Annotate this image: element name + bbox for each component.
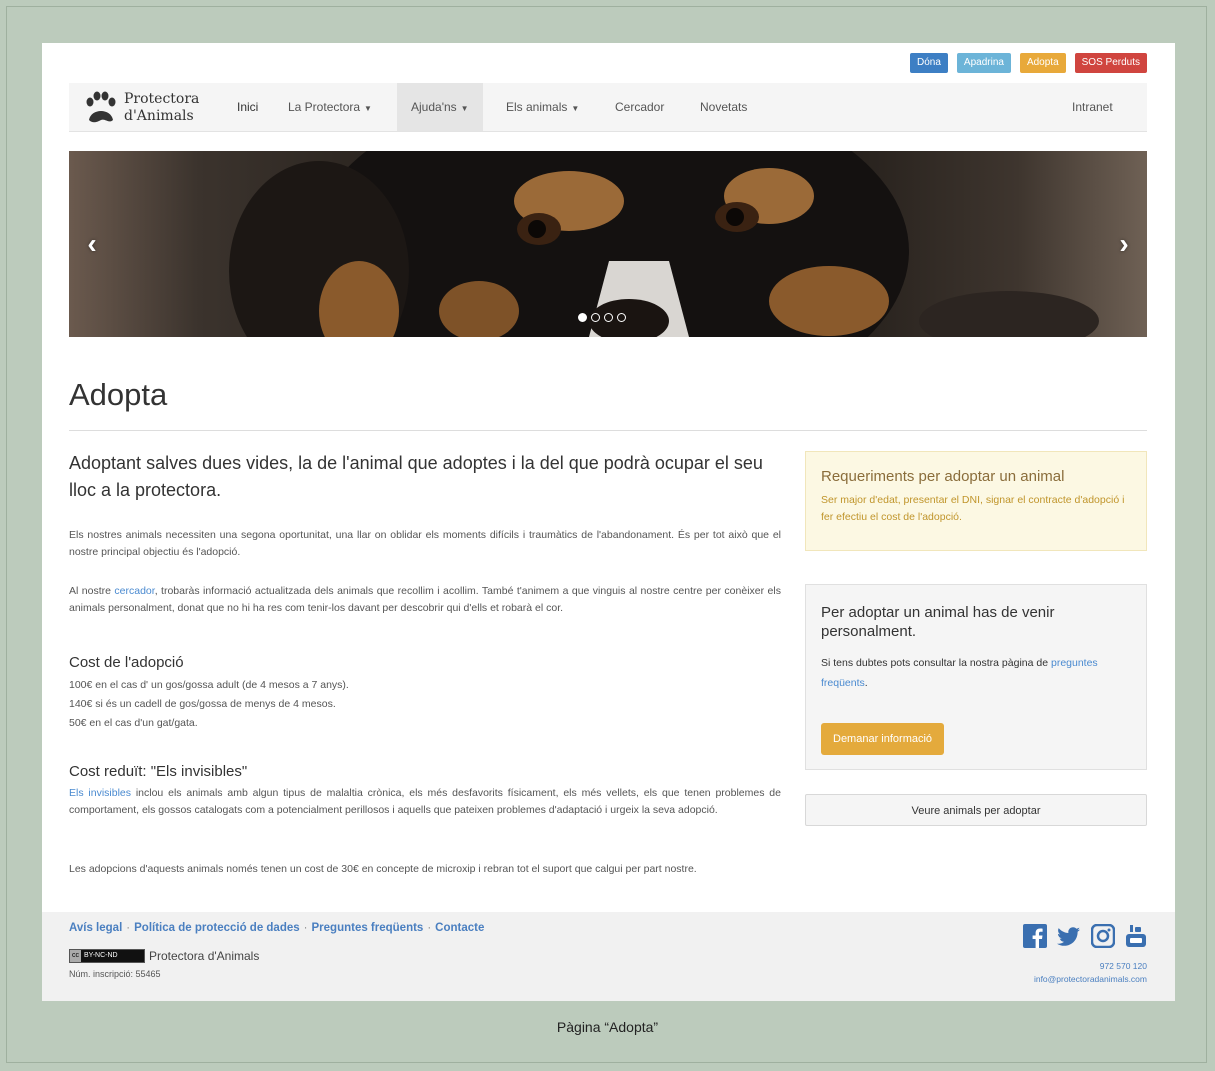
carousel-indicators: [578, 313, 626, 322]
nav-la-protectora-label: La Protectora: [288, 100, 361, 114]
sos-perduts-button[interactable]: SOS Perduts: [1074, 53, 1147, 73]
invisibles-cost-paragraph: Les adopcions d'aquests animals només te…: [69, 863, 697, 875]
hero-carousel: ‹ ›: [69, 151, 1147, 337]
cc-badge-right: BY-NC-ND: [84, 952, 118, 959]
footer-link-politica[interactable]: Política de protecció de dades: [134, 922, 300, 934]
nav-els-animals-label: Els animals: [506, 100, 568, 114]
cercador-link[interactable]: cercador: [114, 585, 154, 597]
phone-number[interactable]: 972 570 120: [1034, 960, 1147, 973]
nav-ajudans-label: Ajuda'ns: [411, 100, 457, 114]
carousel-dot-4[interactable]: [617, 313, 626, 322]
nav-la-protectora[interactable]: La Protectora ▼: [288, 83, 372, 131]
carousel-dot-2[interactable]: [591, 313, 600, 322]
logo[interactable]: Protectora d'Animals: [83, 89, 218, 127]
adopta-button[interactable]: Adopta: [1019, 53, 1066, 73]
panel-body-text: Si tens dubtes pots consultar la nostra …: [821, 657, 1051, 669]
panel-body: Si tens dubtes pots consultar la nostra …: [821, 653, 1131, 693]
lead-text: Adoptant salves dues vides, la de l'anim…: [69, 453, 763, 500]
cost-heading: Cost de l'adopció: [69, 654, 184, 671]
cost-lines: 100€ en el cas d' un gos/gossa adult (de…: [69, 676, 349, 733]
nav-ajudans[interactable]: Ajuda'ns ▼: [397, 83, 483, 131]
caret-down-icon: ▼: [364, 104, 372, 113]
page-title: Adopta: [69, 377, 168, 412]
logo-text: Protectora d'Animals: [124, 91, 199, 125]
reduced-cost-heading: Cost reduït: "Els invisibles": [69, 763, 248, 780]
apadrina-button[interactable]: Apadrina: [956, 53, 1011, 73]
top-action-buttons: Dóna Apadrina Adopta SOS Perduts: [910, 53, 1147, 73]
cost-line-1: 100€ en el cas d' un gos/gossa adult (de…: [69, 679, 349, 691]
nav-novetats[interactable]: Novetats: [700, 83, 747, 131]
panel-body-tail: .: [864, 677, 868, 689]
dona-button[interactable]: Dóna: [910, 53, 948, 73]
invisibles-paragraph: Els invisibles inclou els animals amb al…: [69, 785, 781, 819]
footer-separator: ·: [303, 922, 308, 934]
footer-org-name: Protectora d'Animals: [149, 949, 260, 963]
intro-paragraph: Els nostres animals necessiten una segon…: [69, 529, 781, 558]
paw-icon: [86, 91, 116, 123]
footer-separator: ·: [126, 922, 131, 934]
nav-intranet[interactable]: Intranet: [1072, 83, 1113, 131]
footer-link-contacte[interactable]: Contacte: [435, 922, 484, 934]
logo-line1: Protectora: [124, 91, 200, 107]
els-invisibles-link[interactable]: Els invisibles: [69, 787, 131, 799]
twitter-icon[interactable]: [1057, 924, 1081, 948]
navbar: Protectora d'Animals Inici La Protectora…: [69, 83, 1147, 132]
cost-line-3: 50€ en el cas d'un gat/gata.: [69, 717, 198, 729]
nav-inici[interactable]: Inici: [237, 83, 258, 131]
invisibles-text: inclou els animals amb algun tipus de ma…: [69, 787, 781, 816]
webpage: Dóna Apadrina Adopta SOS Perduts Protect…: [42, 43, 1175, 1001]
request-info-button[interactable]: Demanar informació: [821, 723, 945, 755]
footer: Avís legal · Política de protecció de dade…: [42, 912, 1175, 1001]
contact-info: 972 570 120 info@protectoradanimals.com: [1034, 960, 1147, 986]
registration-number: Núm. inscripció: 55465: [69, 969, 161, 979]
footer-links: Avís legal · Política de protecció de dade…: [69, 922, 484, 934]
nav-cercador[interactable]: Cercador: [615, 83, 664, 131]
carousel-prev-arrow[interactable]: ‹: [79, 229, 105, 259]
alert-body: Ser major d'edat, presentar el DNI, sign…: [821, 494, 1125, 523]
carousel-dog-image: [229, 151, 1099, 337]
youtube-icon[interactable]: [1125, 924, 1147, 948]
carousel-dot-1[interactable]: [578, 313, 587, 322]
license: cc BY-NC-ND Protectora d'Animals: [69, 949, 259, 963]
cercador-paragraph: Al nostre cercador, trobaràs informació …: [69, 583, 781, 617]
carousel-dot-3[interactable]: [604, 313, 613, 322]
nav-els-animals[interactable]: Els animals ▼: [506, 83, 579, 131]
caret-down-icon: ▼: [571, 104, 580, 113]
facebook-icon[interactable]: [1023, 924, 1047, 948]
footer-link-avis-legal[interactable]: Avís legal: [69, 922, 122, 934]
cc-badge-left: cc: [70, 950, 81, 962]
alert-title: Requeriments per adoptar un animal: [821, 468, 1065, 485]
para2-after: , trobaràs informació actualitzada dels …: [69, 585, 781, 614]
cost-line-2: 140€ si és un cadell de gos/gossa de men…: [69, 698, 336, 710]
caret-down-icon: ▼: [460, 104, 469, 113]
panel-title: Per adoptar un animal has de venir perso…: [821, 604, 1055, 640]
requirements-alert: Requeriments per adoptar un animal Ser m…: [805, 451, 1147, 551]
logo-line2: d'Animals: [124, 108, 194, 124]
instagram-icon[interactable]: [1091, 924, 1115, 948]
footer-link-preguntes[interactable]: Preguntes freqüents: [312, 922, 424, 934]
adopt-info-panel: Per adoptar un animal has de venir perso…: [805, 584, 1147, 770]
cc-license-badge[interactable]: cc BY-NC-ND: [69, 949, 145, 963]
social-icons: [1023, 924, 1147, 948]
title-divider: [69, 430, 1147, 431]
footer-separator: ·: [427, 922, 432, 934]
carousel-next-arrow[interactable]: ›: [1111, 229, 1137, 259]
para2-before: Al nostre: [69, 585, 115, 597]
email-address[interactable]: info@protectoradanimals.com: [1034, 973, 1147, 986]
figure-caption: Pàgina “Adopta”: [556, 1019, 659, 1035]
view-animals-button[interactable]: Veure animals per adoptar: [805, 794, 1147, 826]
